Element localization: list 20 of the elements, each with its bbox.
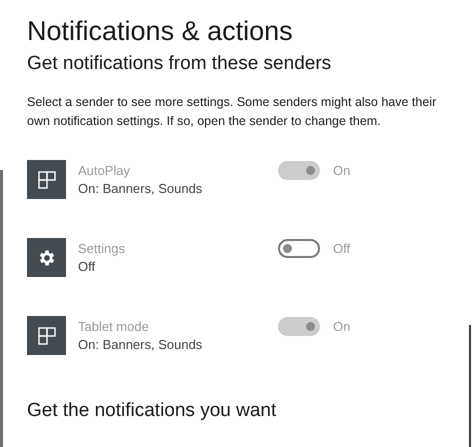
section-heading: Get the notifications you want <box>27 399 276 423</box>
sender-status: On: Banners, Sounds <box>78 336 202 354</box>
sender-name[interactable]: AutoPlay <box>78 162 130 180</box>
description-text: Select a sender to see more settings. Some senders might also have their own notification settings. If so, open the sender to change them. <box>27 94 438 130</box>
toggle-switch[interactable] <box>278 317 320 336</box>
tiles-icon <box>38 170 56 188</box>
tiles-icon <box>38 326 56 344</box>
toggle-label: On <box>333 318 350 336</box>
toggle-label: On <box>333 162 350 180</box>
toggle-switch[interactable] <box>278 239 320 258</box>
sender-name[interactable]: Settings <box>78 240 125 258</box>
sender-status: On: Banners, Sounds <box>78 180 202 198</box>
sender-name[interactable]: Tablet mode <box>78 318 149 336</box>
toggle-label: Off <box>333 240 350 258</box>
right-scrollbar[interactable] <box>469 325 471 447</box>
left-scrollbar[interactable] <box>0 170 3 447</box>
sender-status: Off <box>78 258 96 276</box>
page-title: Notifications & actions <box>27 15 293 48</box>
section-heading: Get notifications from these senders <box>27 52 332 76</box>
toggle-switch[interactable] <box>278 161 320 180</box>
